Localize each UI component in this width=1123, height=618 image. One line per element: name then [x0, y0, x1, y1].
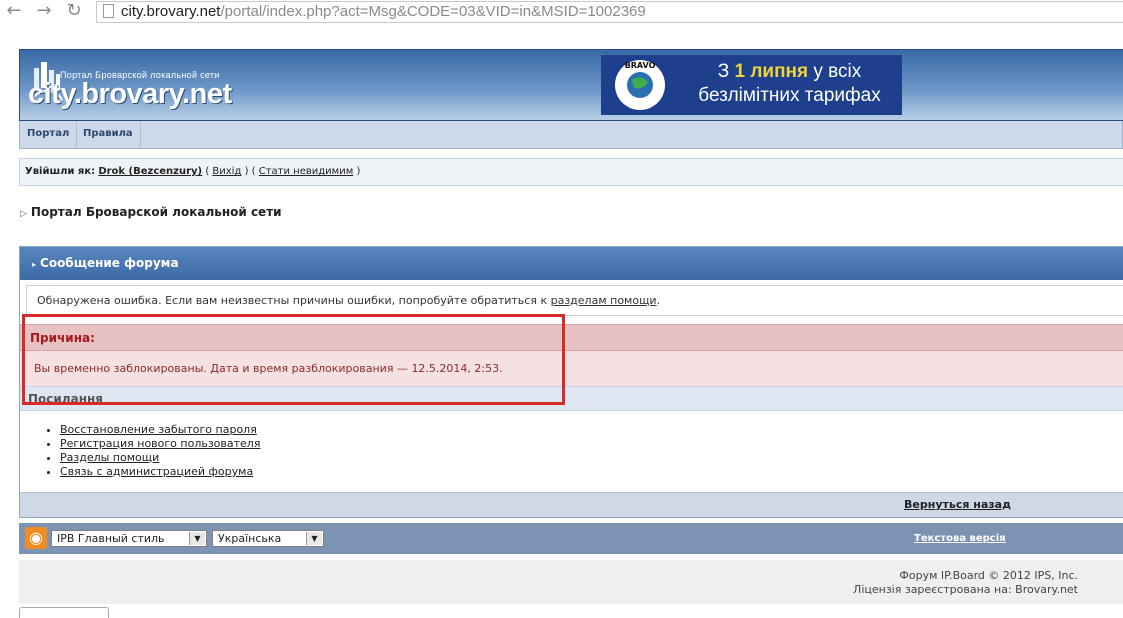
page-icon: [103, 4, 114, 18]
bottom-tab[interactable]: [19, 607, 109, 618]
list-item: Регистрация нового пользователя: [60, 437, 260, 451]
forum-message-title: Сообщение форума: [40, 256, 179, 270]
list-item: Восстановление забытого пароля: [60, 423, 260, 437]
highlight-rectangle: [22, 314, 565, 405]
login-bar: Увійшли як: Drok (Bezcenzury) ( Вихід ) …: [19, 158, 1123, 186]
chevron-down-icon: ▼: [189, 532, 205, 545]
logout-link[interactable]: Вихід: [212, 166, 241, 177]
copyright-area: Форум IP.Board © 2012 IPS, Inc. Ліцензія…: [19, 560, 1123, 604]
tab-portal[interactable]: Портал: [20, 121, 78, 148]
register-link[interactable]: Регистрация нового пользователя: [60, 437, 260, 450]
site-header: Портал Броварской локальной сети city.br…: [19, 49, 1123, 121]
help-sections-link[interactable]: разделам помощи: [551, 294, 657, 307]
banner-line-1: З 1 липня у всіх: [717, 61, 862, 82]
recover-password-link[interactable]: Восстановление забытого пароля: [60, 423, 257, 436]
login-prefix: Увійшли як:: [25, 166, 96, 177]
arrow-left-icon[interactable]: ←: [4, 1, 24, 21]
reload-icon[interactable]: ↻: [64, 1, 84, 21]
list-item: Разделы помощи: [60, 451, 260, 465]
username-link[interactable]: Drok (Bezcenzury): [98, 166, 202, 177]
url-path: /portal/index.php?act=Msg&CODE=03&VID=in…: [220, 3, 646, 20]
banner-line-2: безлімітних тарифах: [698, 85, 881, 106]
tab-rules[interactable]: Правила: [76, 121, 141, 148]
list-item: Связь с администрацией форума: [60, 465, 260, 479]
go-back-link[interactable]: Вернуться назад: [904, 498, 1011, 511]
language-select[interactable]: Українська ▼: [212, 530, 324, 547]
url-domain: city.brovary.net: [121, 3, 221, 20]
footer-bar: ◉ IPB Главный стиль ▼ Українська ▼ Текстов…: [19, 523, 1123, 554]
forum-message-header: ▸ Сообщение форума: [20, 247, 1123, 280]
copyright-text: Форум IP.Board © 2012 IPS, Inc.: [899, 569, 1078, 582]
help-link[interactable]: Разделы помощи: [60, 451, 159, 464]
chevron-down-icon: ▼: [306, 532, 322, 545]
bullet-arrow-icon: ▸: [32, 260, 37, 269]
arrow-right-icon[interactable]: →: [34, 1, 54, 21]
text-version-link[interactable]: Текстова версія: [914, 533, 1006, 544]
bravo-logo-text: BRAVO: [625, 61, 656, 70]
invisible-link[interactable]: Стати невидимим: [259, 166, 354, 177]
error-info: Обнаружена ошибка. Если вам неизвестны п…: [26, 285, 1123, 316]
back-bar: Вернуться назад: [20, 492, 1123, 517]
site-logo[interactable]: city.brovary.net: [28, 78, 232, 111]
address-bar[interactable]: city.brovary.net/portal/index.php?act=Ms…: [96, 1, 1123, 23]
license-text: Ліцензія зареєстрована на: Brovary.net: [853, 583, 1078, 596]
bravo-logo-icon: BRAVO: [615, 60, 665, 110]
triangle-right-icon: ▷: [20, 209, 27, 219]
main-nav: Портал Правила: [19, 121, 1123, 149]
rss-icon[interactable]: ◉: [25, 527, 47, 549]
skin-select[interactable]: IPB Главный стиль ▼: [51, 530, 207, 547]
help-links-list: Восстановление забытого пароля Регистрац…: [44, 423, 260, 479]
ad-banner[interactable]: BRAVO З 1 липня у всіх безлімітних тариф…: [601, 55, 902, 115]
contact-admin-link[interactable]: Связь с администрацией форума: [60, 465, 253, 478]
browser-toolbar: ← → ↻ city.brovary.net/portal/index.php?…: [0, 0, 1123, 24]
portal-title: ▷ Портал Броварской локальной сети: [20, 205, 282, 219]
